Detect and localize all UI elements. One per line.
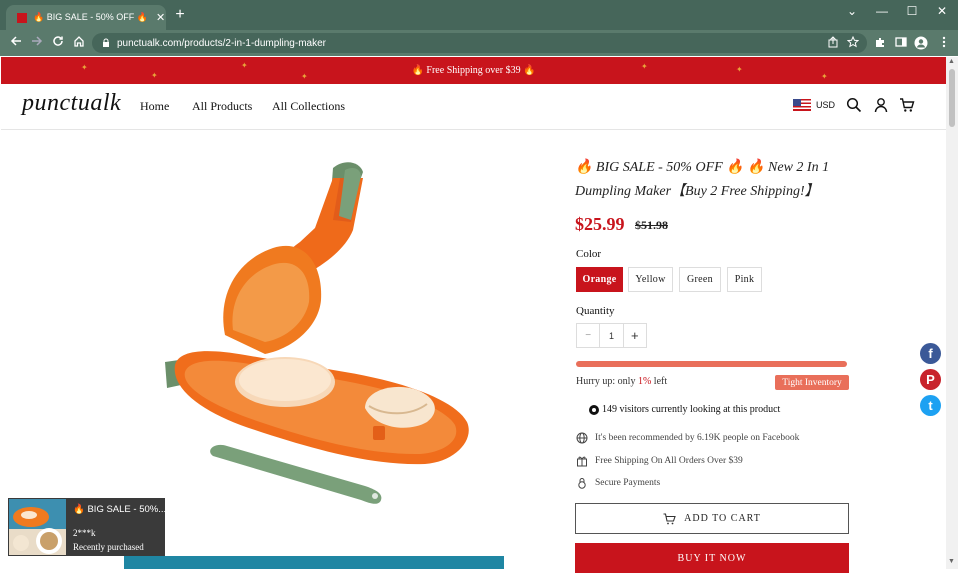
- quantity-stepper: − 1 +: [576, 323, 647, 348]
- image-thumbnail-strip[interactable]: [124, 556, 504, 569]
- favicon-icon: [16, 12, 28, 24]
- nav-all-collections[interactable]: All Collections: [272, 99, 345, 114]
- popup-subtitle: Recently purchased: [73, 542, 144, 552]
- account-icon[interactable]: [873, 97, 889, 113]
- qty-increase-button[interactable]: +: [624, 324, 646, 347]
- close-window-button[interactable]: ✕: [935, 4, 949, 18]
- decor-star-icon: ✦: [301, 72, 308, 81]
- browser-tab[interactable]: 🔥 BIG SALE - 50% OFF 🔥 🔥 New 2 In 1 ✕: [6, 5, 166, 30]
- home-icon[interactable]: [71, 35, 87, 50]
- decor-star-icon: ✦: [81, 63, 88, 72]
- compare-price: $51.98: [635, 218, 668, 232]
- page-scrollbar[interactable]: ▲ ▼: [946, 57, 958, 569]
- color-option-pink[interactable]: Pink: [727, 267, 762, 292]
- search-icon[interactable]: [846, 97, 862, 113]
- decor-star-icon: ✦: [241, 61, 248, 70]
- cart-icon: [663, 512, 676, 524]
- facebook-share-icon[interactable]: f: [920, 343, 941, 364]
- feature-shipping: Free Shipping On All Orders Over $39: [576, 455, 743, 467]
- visitors-text: 149 visitors currently looking at this p…: [602, 404, 781, 415]
- product-title: 🔥 BIG SALE - 50% OFF 🔥 🔥 New 2 In 1 Dump…: [575, 160, 830, 199]
- stock-progress-bar: [576, 361, 847, 367]
- banner-text: 🔥 Free Shipping over $39 🔥: [411, 65, 536, 76]
- product-image[interactable]: [155, 150, 485, 510]
- stock-count: 1%: [637, 376, 652, 387]
- us-flag-icon: [793, 99, 811, 111]
- new-tab-button[interactable]: +: [172, 6, 188, 24]
- currency-code: USD: [816, 100, 836, 110]
- feature-secure: Secure Payments: [576, 477, 660, 489]
- popup-title: 🔥 BIG SALE - 50%...: [73, 504, 167, 515]
- back-icon[interactable]: [8, 35, 24, 50]
- nav-all-products[interactable]: All Products: [192, 99, 252, 114]
- store-header: punctualk Home All Products All Collecti…: [1, 84, 946, 130]
- decor-star-icon: ✦: [641, 62, 648, 71]
- feature-facebook: It's been recommended by 6.19K people on…: [576, 432, 799, 444]
- tab-title: 🔥 BIG SALE - 50% OFF 🔥 🔥 New 2 In 1: [33, 12, 148, 22]
- twitter-share-icon[interactable]: t: [920, 395, 941, 416]
- tab-search-icon[interactable]: ⌄: [845, 4, 859, 18]
- decor-star-icon: ✦: [736, 65, 743, 74]
- bookmark-star-icon[interactable]: [846, 35, 860, 51]
- url-input[interactable]: punctualk.com/products/2-in-1-dumpling-m…: [92, 33, 867, 53]
- address-bar: punctualk.com/products/2-in-1-dumpling-m…: [0, 30, 958, 56]
- quantity-label: Quantity: [576, 305, 615, 317]
- tight-inventory-badge: Tight Inventory: [775, 375, 849, 390]
- feature-text: Secure Payments: [595, 478, 661, 488]
- add-to-cart-label: ADD TO CART: [684, 513, 761, 524]
- color-option-green[interactable]: Green: [679, 267, 721, 292]
- pinterest-share-icon[interactable]: P: [920, 369, 941, 390]
- profile-icon[interactable]: [914, 36, 928, 53]
- minimize-button[interactable]: —: [875, 4, 889, 18]
- reload-icon[interactable]: [50, 35, 66, 50]
- padlock-icon: [576, 477, 588, 489]
- feature-text: It's been recommended by 6.19K people on…: [595, 433, 800, 443]
- share-icon[interactable]: [826, 36, 840, 51]
- extensions-icon[interactable]: [873, 36, 887, 51]
- scroll-up-icon[interactable]: ▲: [948, 58, 955, 65]
- visitors-counter: 149 visitors currently looking at this p…: [589, 404, 780, 415]
- eye-icon: [589, 404, 599, 415]
- globe-icon: [576, 432, 588, 444]
- url-text: punctualk.com/products/2-in-1-dumpling-m…: [117, 37, 326, 49]
- browser-tab-bar: 🔥 BIG SALE - 50% OFF 🔥 🔥 New 2 In 1 ✕ + …: [0, 0, 958, 30]
- scroll-down-icon[interactable]: ▼: [948, 558, 955, 565]
- announcement-banner: ✦ ✦ ✦ ✦ ✦ ✦ ✦ 🔥 Free Shipping over $39 🔥: [1, 57, 946, 84]
- add-to-cart-button[interactable]: ADD TO CART: [575, 503, 849, 534]
- qty-decrease-button[interactable]: −: [577, 324, 599, 347]
- feature-text: Free Shipping On All Orders Over $39: [595, 456, 743, 466]
- store-logo[interactable]: punctualk: [22, 90, 121, 117]
- scroll-thumb[interactable]: [949, 69, 955, 127]
- decor-star-icon: ✦: [151, 71, 158, 80]
- sidepanel-icon[interactable]: [894, 36, 908, 51]
- forward-icon[interactable]: [29, 35, 45, 50]
- nav-home[interactable]: Home: [140, 99, 169, 114]
- menu-icon[interactable]: [937, 36, 951, 51]
- gift-icon: [576, 455, 588, 467]
- color-option-yellow[interactable]: Yellow: [628, 267, 673, 292]
- recent-purchase-popup[interactable]: 🔥 BIG SALE - 50%... 2***k Recently purch…: [8, 498, 167, 556]
- popup-customer: 2***k: [73, 528, 96, 538]
- decor-star-icon: ✦: [821, 72, 828, 81]
- hurry-text: Hurry up: only 1% left: [576, 376, 668, 387]
- lock-icon: [102, 38, 110, 49]
- qty-input[interactable]: 1: [599, 324, 624, 347]
- currency-selector[interactable]: USD: [793, 99, 835, 111]
- popup-product-image: [9, 499, 66, 555]
- color-option-orange[interactable]: Orange: [576, 267, 623, 292]
- color-label: Color: [576, 248, 602, 260]
- buy-now-label: BUY IT NOW: [677, 552, 747, 564]
- sale-price: $25.99: [575, 214, 625, 234]
- tab-close-icon[interactable]: ✕: [156, 11, 165, 24]
- maximize-button[interactable]: ☐: [905, 4, 919, 18]
- cart-icon[interactable]: [899, 97, 915, 113]
